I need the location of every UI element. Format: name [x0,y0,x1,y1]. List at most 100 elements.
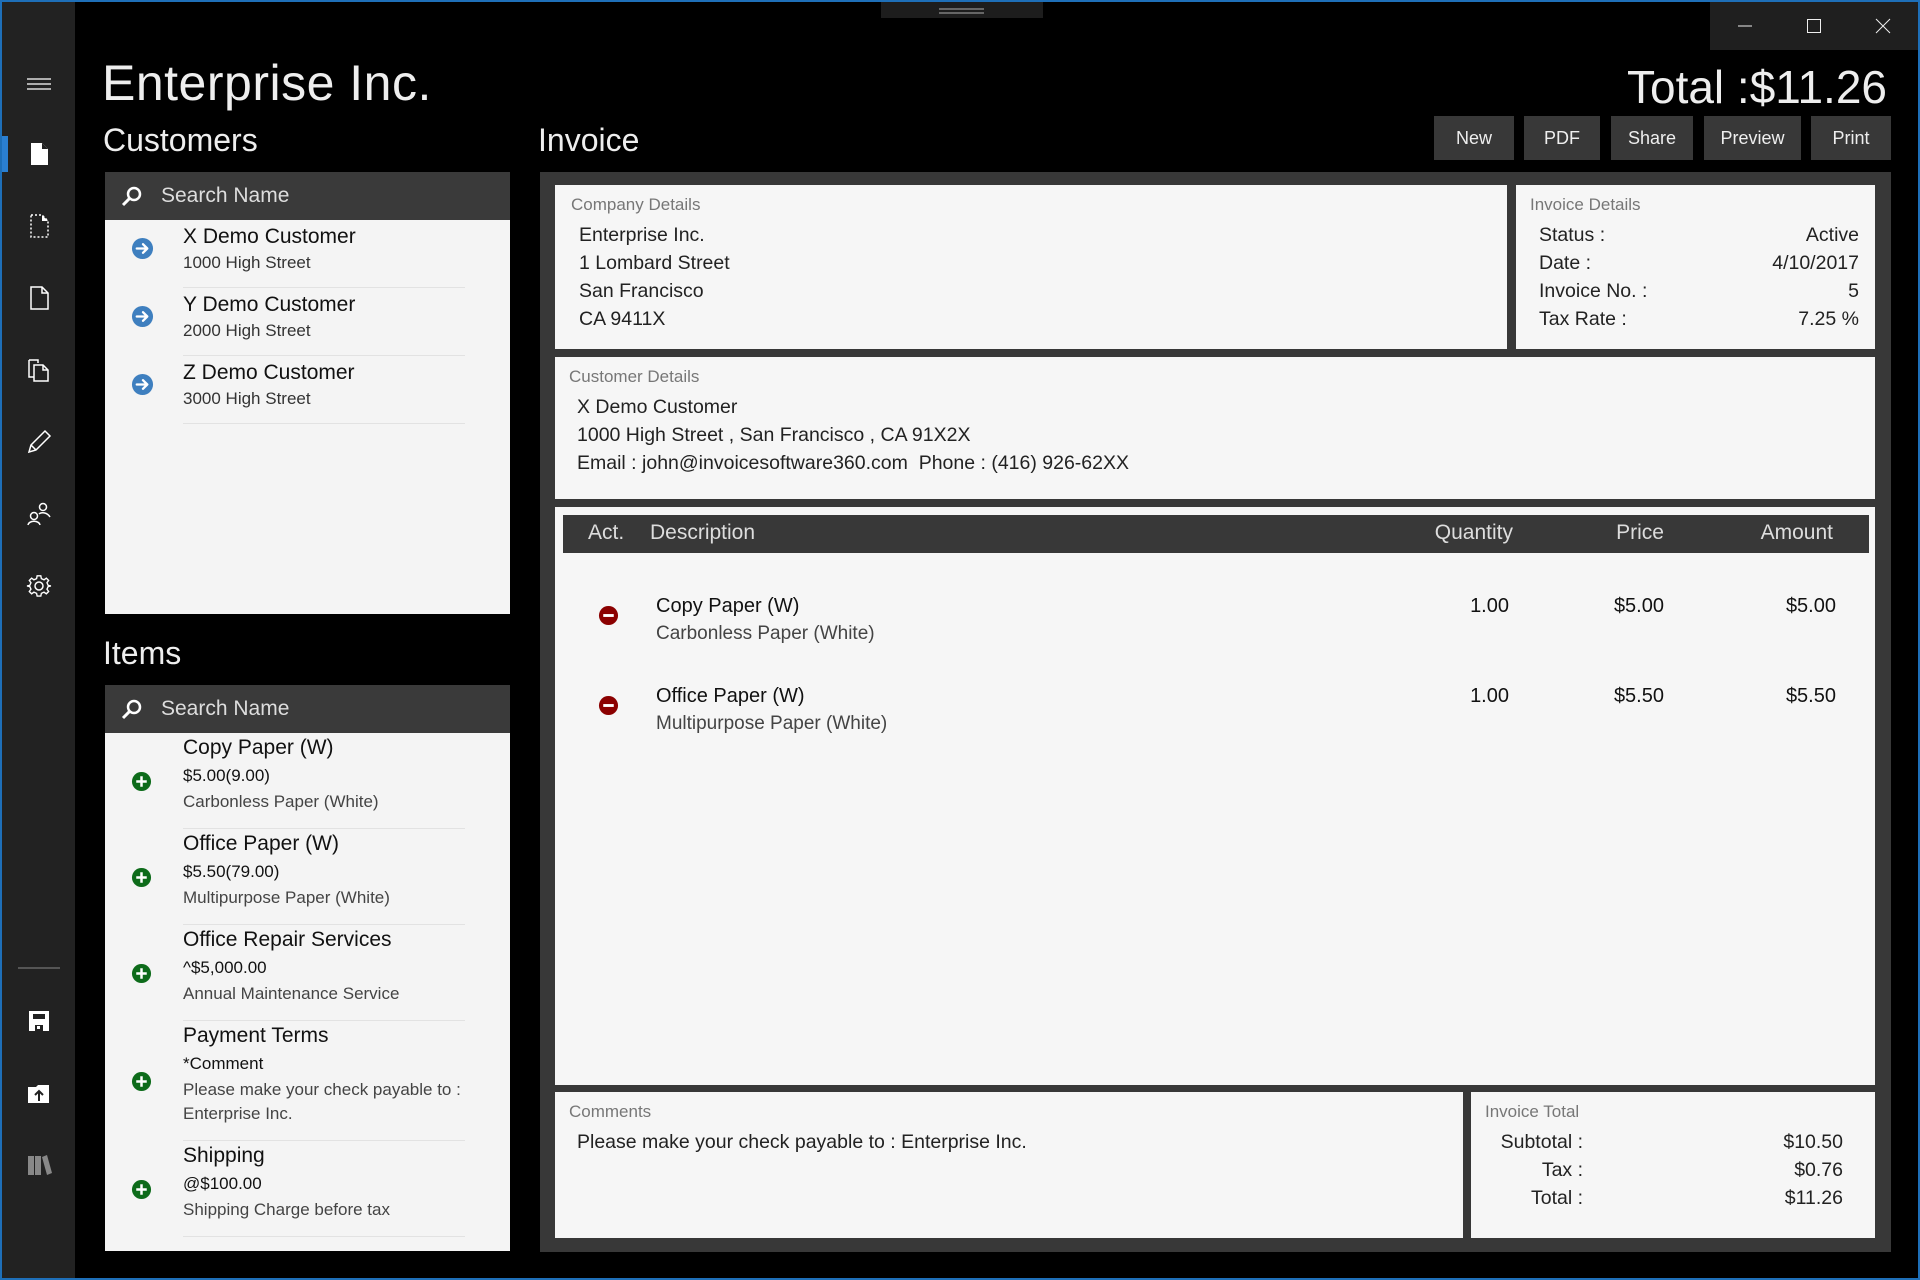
customer-name: Y Demo Customer [183,293,356,316]
invoice-number-value: 5 [1848,280,1859,302]
minimize-button[interactable] [1710,2,1779,50]
header-price: Price [1616,521,1664,544]
item-list-item[interactable]: Copy Paper (W) $5.00(9.00) Carbonless Pa… [105,733,510,829]
line-item-quantity[interactable]: 1.00 [1470,685,1509,708]
item-price: ^$5,000.00 [183,958,267,977]
date-value: 4/10/2017 [1772,252,1859,274]
share-button[interactable]: Share [1611,116,1693,160]
line-item-quantity[interactable]: 1.00 [1470,595,1509,618]
save-button[interactable] [2,993,75,1049]
sidebar-item-document[interactable] [2,270,75,326]
line-items-header: Act. Description Quantity Price Amount [563,515,1869,553]
status-value: Active [1805,224,1859,246]
line-item-amount: $5.00 [1785,595,1836,617]
invoice-total-box: Invoice Total Subtotal : Tax : Total : $… [1471,1092,1875,1238]
subtotal-label: Subtotal : [1500,1131,1583,1153]
arrow-right-circle-icon [131,373,154,396]
item-list-item[interactable]: Payment Terms *Comment Please make your … [105,1021,510,1141]
close-button[interactable] [1848,2,1917,50]
invoice-total-caption: Invoice Total [1485,1102,1580,1121]
customer-name: X Demo Customer [577,396,738,418]
remove-circle-icon[interactable] [598,695,619,716]
item-description: Annual Maintenance Service [183,984,400,1003]
line-item-name: Copy Paper (W) [656,595,800,617]
document-filled-icon [30,143,48,165]
item-list-item[interactable]: Office Paper (W) $5.50(79.00) Multipurpo… [105,829,510,925]
people-icon [26,502,51,526]
item-search-placeholder: Search Name [161,697,290,720]
item-list-item[interactable]: Office Repair Services ^$5,000.00 Annual… [105,925,510,1021]
item-list-item[interactable]: Shipping @$100.00 Shipping Charge before… [105,1141,510,1237]
line-item-price[interactable]: $5.50 [1614,685,1664,708]
header-quantity: Quantity [1434,521,1513,544]
hamburger-menu-button[interactable] [2,56,75,112]
status-row: Status : Active [1539,221,1859,249]
total-amount-header: Total :$11.26 [1626,61,1887,113]
upload-folder-icon [27,1085,49,1103]
library-button[interactable] [2,1137,75,1193]
sidebar-item-edit[interactable] [2,414,75,470]
print-button[interactable]: Print [1811,116,1891,160]
customer-contact: Email : john@invoicesoftware360.com Phon… [577,452,1130,474]
add-circle-icon[interactable] [131,1071,152,1092]
preview-button[interactable]: Preview [1704,116,1801,160]
app-window: Enterprise Inc. Total :$11.26 Customers … [0,0,1920,1280]
add-circle-icon[interactable] [131,867,152,888]
customer-list-item[interactable]: Y Demo Customer 2000 High Street [105,288,510,356]
company-details-caption: Company Details [571,195,701,214]
header-amount: Amount [1760,521,1833,544]
customers-heading: Customers [103,122,258,158]
customer-search-input[interactable]: Search Name [105,172,510,220]
company-title: Enterprise Inc. [102,55,432,111]
title-drag-handle[interactable] [881,2,1043,18]
customer-details-box[interactable]: Customer Details X Demo Customer 1000 Hi… [555,357,1875,499]
new-button[interactable]: New [1434,116,1514,160]
customer-list-item[interactable]: Z Demo Customer 3000 High Street [105,356,510,424]
add-circle-icon[interactable] [131,771,152,792]
sidebar-divider [18,967,60,969]
invoice-details-caption: Invoice Details [1530,195,1641,214]
line-item-name: Office Paper (W) [656,685,805,707]
item-description: Shipping Charge before tax [183,1200,390,1219]
add-circle-icon[interactable] [131,963,152,984]
maximize-button[interactable] [1779,2,1848,50]
item-description: Please make your check payable to : Ente… [183,1080,461,1123]
header-act: Act. [588,521,625,544]
remove-circle-icon[interactable] [598,605,619,626]
item-search-input[interactable]: Search Name [105,685,510,733]
divider [183,1236,465,1237]
sidebar-item-quote[interactable] [2,198,75,254]
document-dashed-icon [29,214,49,238]
customer-details-caption: Customer Details [569,367,700,386]
item-description: Carbonless Paper (White) [183,792,379,811]
comments-box[interactable]: Comments Please make your check payable … [555,1092,1463,1238]
sidebar-item-settings[interactable] [2,558,75,614]
invoice-line-row: Copy Paper (W) Carbonless Paper (White) … [555,595,1875,675]
window-controls [1710,2,1918,50]
divider [183,423,465,424]
total-label: Total : [1530,1187,1583,1209]
pdf-button[interactable]: PDF [1524,116,1600,160]
customer-address: 1000 High Street , San Francisco , CA 91… [577,424,971,446]
line-item-price[interactable]: $5.00 [1614,595,1664,618]
sidebar-item-invoice[interactable] [2,126,75,182]
minimize-icon [1737,25,1752,27]
tax-label: Tax : [1541,1159,1583,1181]
sidebar-item-documents[interactable] [2,342,75,398]
comments-caption: Comments [569,1102,652,1121]
item-name: Office Repair Services [183,928,392,951]
save-icon [28,1011,49,1031]
line-item-description: Carbonless Paper (White) [656,623,875,644]
customer-search-placeholder: Search Name [161,184,290,207]
total-value: $11.26 [1784,1187,1843,1209]
customer-address: 3000 High Street [183,389,311,408]
customer-list-item[interactable]: X Demo Customer 1000 High Street [105,220,510,288]
sidebar-item-customers[interactable] [2,486,75,542]
item-name: Copy Paper (W) [183,736,334,759]
item-price: @$100.00 [183,1174,262,1193]
add-circle-icon[interactable] [131,1179,152,1200]
upload-button[interactable] [2,1065,75,1121]
tax-rate-value: 7.25 % [1798,308,1859,330]
company-details-box: Company Details Enterprise Inc. 1 Lombar… [555,185,1507,349]
items-heading: Items [103,635,182,671]
